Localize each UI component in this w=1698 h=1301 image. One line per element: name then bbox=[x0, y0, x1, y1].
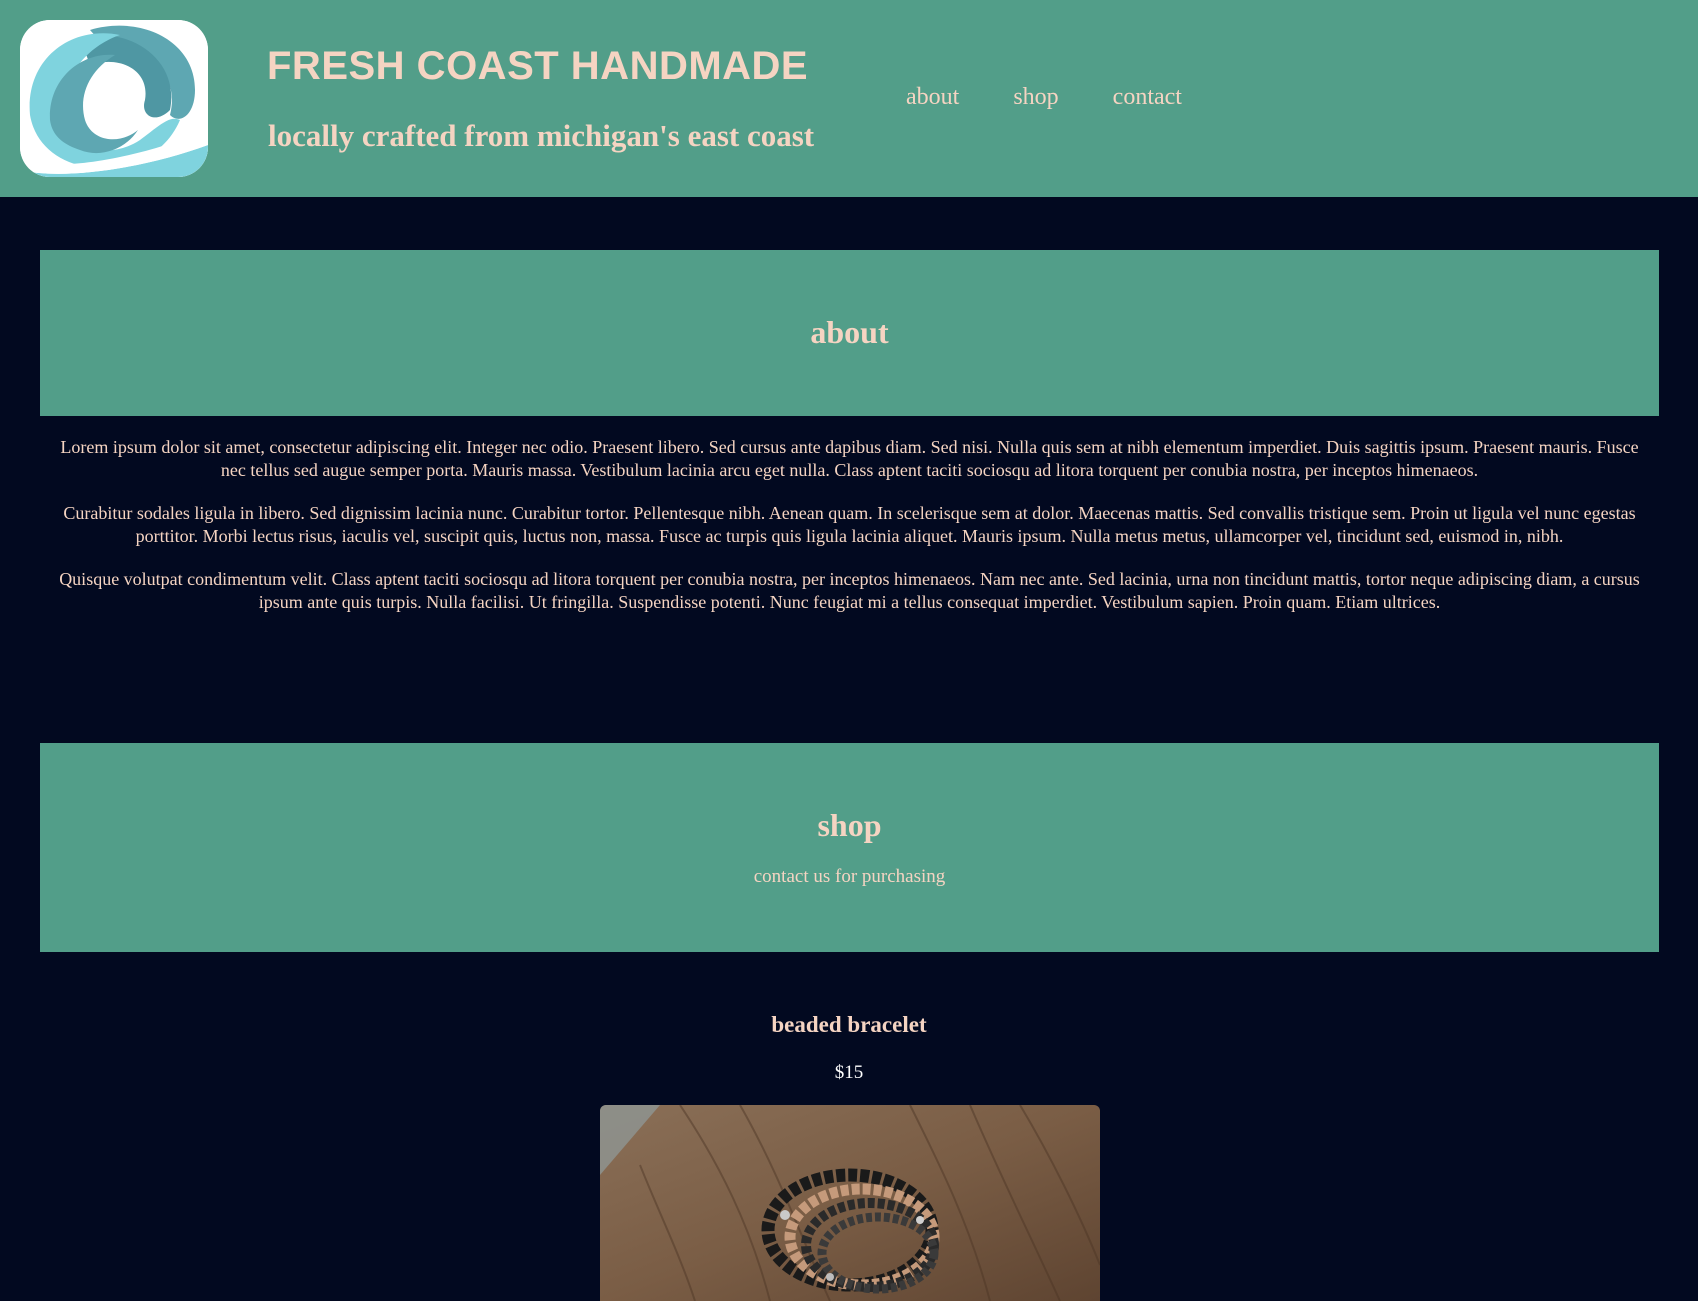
about-paragraph: Curabitur sodales ligula in libero. Sed … bbox=[63, 503, 1636, 546]
about-paragraph: Lorem ipsum dolor sit amet, consectetur … bbox=[60, 437, 1639, 480]
nav-link-contact[interactable]: contact bbox=[1113, 84, 1182, 111]
shop-banner: shop contact us for purchasing bbox=[40, 743, 1659, 952]
nav-link-shop[interactable]: shop bbox=[1013, 84, 1058, 111]
wave-logo-icon[interactable] bbox=[20, 20, 208, 177]
shop-subtitle: contact us for purchasing bbox=[753, 866, 946, 887]
site-header: FRESH COAST HANDMADE locally crafted fro… bbox=[0, 0, 1698, 197]
about-banner: about bbox=[40, 250, 1659, 416]
about-text: Lorem ipsum dolor sit amet, consectetur … bbox=[50, 436, 1649, 634]
about-paragraph: Quisque volutpat condimentum velit. Clas… bbox=[59, 569, 1640, 612]
beaded-bracelet-photo[interactable] bbox=[600, 1105, 1100, 1301]
main-nav: about shop contact bbox=[906, 84, 1182, 111]
shop-heading: shop bbox=[817, 807, 882, 843]
about-heading: about bbox=[810, 314, 889, 350]
product-price: $15 bbox=[834, 1062, 864, 1083]
brand-tagline: locally crafted from michigan's east coa… bbox=[268, 118, 815, 153]
brand-title: FRESH COAST HANDMADE bbox=[267, 44, 809, 88]
product-title: beaded bracelet bbox=[771, 1012, 927, 1037]
nav-link-about[interactable]: about bbox=[906, 84, 959, 111]
